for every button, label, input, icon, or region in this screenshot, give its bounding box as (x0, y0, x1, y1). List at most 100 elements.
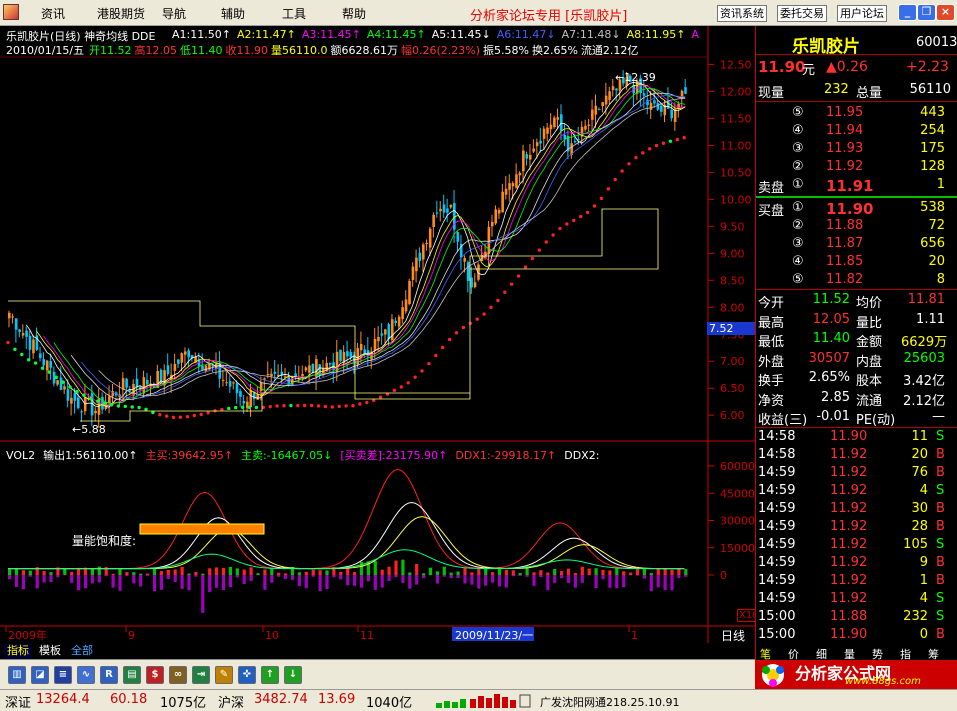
trade-button[interactable]: 委托交易 (777, 5, 827, 22)
price-unit: 元 (802, 63, 816, 78)
bid-level: ⑤ (792, 272, 804, 287)
candle (439, 208, 442, 212)
tab-template[interactable]: 模板 (36, 644, 64, 659)
diff-bar (118, 575, 122, 591)
ohlc-value: 低11.40 (180, 44, 223, 57)
volume-bar (580, 566, 584, 575)
candle (539, 140, 542, 144)
candle (670, 109, 673, 119)
volume-bar (380, 569, 384, 575)
rsi-icon[interactable]: R (100, 666, 118, 684)
ask-volume: 1 (936, 177, 945, 192)
candle (518, 172, 522, 176)
minimize-button[interactable]: _ (898, 4, 917, 21)
export-icon[interactable]: ⇥ (192, 666, 210, 684)
sar-dot (89, 396, 93, 401)
sar-dot (392, 388, 397, 393)
menu-news[interactable]: 资讯 (41, 5, 65, 22)
candle (587, 124, 591, 126)
tick-price: 11.92 (830, 555, 868, 570)
f10-icon[interactable]: ≡ (54, 666, 72, 684)
volume-bar (353, 572, 357, 575)
forum-button[interactable]: 用户论坛 (837, 5, 887, 22)
tick-side: S (936, 609, 945, 624)
sar-dot (537, 248, 541, 252)
chart-icon[interactable]: ▥ (8, 666, 26, 684)
volume-bar (525, 567, 529, 575)
sar-dot (365, 400, 369, 405)
candle (535, 142, 539, 147)
pen-icon[interactable]: ✎ (215, 666, 233, 684)
candle (573, 141, 577, 143)
news-system-button[interactable]: 资讯系统 (717, 5, 767, 22)
chart-canvas[interactable]: 12.50 12.00 11.50 11.00 10.50 10.00 9.50 9.00 8.… (0, 26, 755, 643)
tick-price: 11.90 (830, 429, 868, 444)
candle (528, 154, 532, 160)
sz-label: 深证 (5, 696, 32, 711)
kline-chart[interactable]: 12.50 12.00 11.50 11.00 10.50 10.00 9.50 9.00 8.… (0, 26, 761, 644)
ask-level: ③ (792, 141, 804, 156)
sar-dot (40, 366, 45, 370)
price-pct: +2.23 (906, 59, 949, 75)
candle (18, 329, 21, 333)
date-label: 2010/01/15/五 (6, 44, 85, 57)
diff-bar (373, 575, 377, 590)
menu-tools-aux[interactable]: 辅助 (221, 5, 245, 22)
candle (380, 333, 384, 336)
menu-hk-futures[interactable]: 港股期货 (97, 5, 145, 22)
link-icon[interactable]: ∞ (169, 666, 187, 684)
drawline-icon[interactable]: ◪ (31, 666, 49, 684)
sar-dot (158, 412, 162, 417)
period-label[interactable]: 日线 (721, 627, 745, 644)
cross-icon[interactable]: ✜ (238, 666, 256, 684)
volume-bar (318, 570, 322, 575)
volume-bar (622, 571, 626, 575)
candle (339, 349, 342, 361)
sh-change: 13.69 (318, 692, 356, 707)
sar-dot (565, 222, 569, 226)
sar-dot (434, 353, 438, 358)
wave-icon[interactable]: ∿ (77, 666, 95, 684)
up-arrow-icon[interactable]: ↑ (261, 666, 279, 684)
volume-bar (70, 571, 74, 575)
diff-bar (235, 575, 239, 578)
app-icon[interactable] (3, 4, 19, 20)
restore-button[interactable]: ❐ (917, 4, 936, 21)
tick-time: 15:00 (758, 609, 796, 624)
menu-help[interactable]: 帮助 (342, 5, 366, 22)
diff-bar (77, 575, 81, 591)
tab-indicator[interactable]: 指标 (4, 644, 32, 659)
candle (411, 266, 415, 280)
sar-dot (682, 135, 686, 140)
sar-dot (192, 413, 196, 418)
diff-bar (394, 575, 398, 578)
volume-bar (187, 573, 191, 575)
price-tick-label: 9.00 (720, 247, 745, 260)
volume-bar (670, 569, 674, 575)
ma-label: A8:11.95↑ (626, 28, 686, 41)
candle (394, 320, 397, 323)
price-change: ▲0.26 (826, 59, 868, 75)
layout-icon[interactable]: ▤ (123, 666, 141, 684)
diff-bar (14, 575, 19, 588)
volume-bar (42, 571, 46, 575)
sh-index: 3482.74 (254, 692, 308, 707)
volume-bar (152, 568, 157, 575)
dollar-icon[interactable]: $ (146, 666, 164, 684)
volume-bar (408, 572, 412, 575)
diff-bar (608, 575, 612, 588)
tab-all[interactable]: 全部 (68, 644, 96, 659)
diff-bar (366, 575, 370, 582)
menu-navigate[interactable]: 导航 (162, 5, 186, 22)
sar-dot (171, 415, 176, 420)
ad-banner[interactable]: 分析家公式网 www.88gs.com (755, 660, 957, 689)
menu-tools[interactable]: 工具 (282, 5, 306, 22)
diff-bar (284, 575, 288, 579)
volume-bar (629, 572, 633, 575)
sar-dot (579, 214, 583, 219)
down-arrow-icon[interactable]: ↓ (284, 666, 302, 684)
candle (584, 125, 587, 130)
volume-bar (166, 569, 170, 575)
close-button[interactable]: × (936, 4, 955, 21)
tick-volume: 30 (911, 501, 928, 516)
